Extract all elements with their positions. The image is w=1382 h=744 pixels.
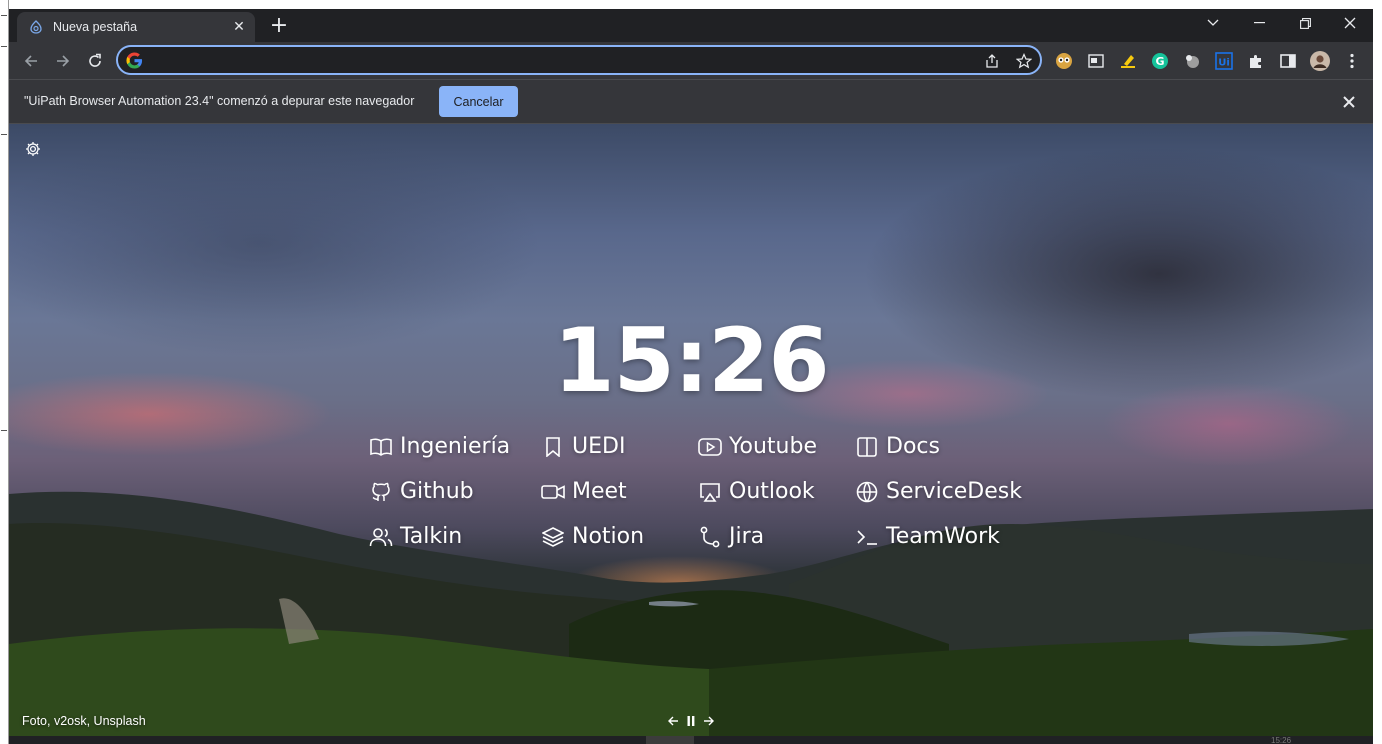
infobar-close-icon[interactable] xyxy=(1339,92,1359,112)
link-uedi[interactable]: UEDI xyxy=(541,434,625,459)
tab-favicon-icon xyxy=(28,19,44,35)
link-label: ServiceDesk xyxy=(886,479,1022,504)
restore-button[interactable] xyxy=(1282,9,1328,37)
link-label: Youtube xyxy=(729,434,817,459)
bookmark-icon xyxy=(541,435,565,459)
minimize-button[interactable] xyxy=(1236,9,1282,37)
scrollbar-thumb[interactable] xyxy=(646,736,694,744)
link-talkin[interactable]: Talkin xyxy=(369,524,462,549)
taskbar-clock: 15:26 xyxy=(1271,736,1292,744)
new-tab-button[interactable]: + xyxy=(267,15,291,39)
new-tab-page: 15:26 Ingeniería UEDI Youtube Docs Githu… xyxy=(9,124,1373,736)
link-label: Meet xyxy=(572,479,627,504)
close-window-button[interactable] xyxy=(1327,9,1373,37)
layers-icon xyxy=(541,525,565,549)
link-github[interactable]: Github xyxy=(369,479,474,504)
uipath-extension-icon[interactable]: Ui xyxy=(1214,51,1234,71)
browser-toolbar: G Ui xyxy=(9,42,1373,79)
back-button[interactable] xyxy=(17,47,45,75)
extension-orb-icon[interactable] xyxy=(1182,51,1202,71)
close-icon xyxy=(1344,17,1356,29)
minimize-icon xyxy=(1253,22,1265,24)
restore-icon xyxy=(1299,17,1311,29)
back-arrow-icon xyxy=(24,55,37,67)
link-label: Docs xyxy=(886,434,940,459)
share-icon[interactable] xyxy=(982,51,1002,71)
extension-window-icon[interactable] xyxy=(1086,51,1106,71)
airplay-icon xyxy=(698,480,722,504)
bookmark-star-icon[interactable] xyxy=(1014,51,1034,71)
link-label: Notion xyxy=(572,524,645,549)
link-label: Github xyxy=(400,479,474,504)
extensions-puzzle-icon[interactable] xyxy=(1246,51,1266,71)
reload-button[interactable] xyxy=(81,47,109,75)
bottom-scrollbar: 15:26 xyxy=(9,736,1373,744)
globe-icon xyxy=(855,480,879,504)
address-bar[interactable] xyxy=(116,45,1042,75)
forward-arrow-icon xyxy=(57,55,70,67)
previous-background-icon[interactable] xyxy=(664,712,682,730)
link-meet[interactable]: Meet xyxy=(541,479,627,504)
video-icon xyxy=(541,480,565,504)
link-jira[interactable]: Jira xyxy=(698,524,764,549)
quick-links-grid: Ingeniería UEDI Youtube Docs Github Meet xyxy=(9,124,1373,736)
reload-icon xyxy=(89,53,101,67)
docs-icon xyxy=(855,435,879,459)
link-label: Talkin xyxy=(400,524,463,549)
debugging-infobar: "UiPath Browser Automation 23.4" comenzó… xyxy=(9,79,1373,124)
next-background-icon[interactable] xyxy=(700,712,718,730)
cancel-button[interactable]: Cancelar xyxy=(439,86,518,117)
extension-owl-icon[interactable] xyxy=(1054,51,1074,71)
link-label: Jira xyxy=(729,524,765,549)
users-icon xyxy=(369,525,393,549)
svg-text:G: G xyxy=(1155,55,1164,68)
tab-title: Nueva pestaña xyxy=(53,20,138,34)
link-ingenieria[interactable]: Ingeniería xyxy=(369,434,510,459)
extension-highlighter-icon[interactable] xyxy=(1118,51,1138,71)
tab-nueva-pestana[interactable]: Nueva pestaña ✕ xyxy=(17,12,255,42)
git-branch-icon xyxy=(698,525,722,549)
link-label: Ingeniería xyxy=(400,434,511,459)
link-label: TeamWork xyxy=(886,524,1000,549)
photo-credit[interactable]: Foto, v2osk, Unsplash xyxy=(22,714,146,728)
infobar-message: "UiPath Browser Automation 23.4" comenzó… xyxy=(24,94,415,108)
github-icon xyxy=(369,480,393,504)
link-servicedesk[interactable]: ServiceDesk xyxy=(855,479,1022,504)
browser-window: Nueva pestaña ✕ + G Ui "UiPath Browser A… xyxy=(9,9,1373,744)
chevron-down-icon xyxy=(1207,19,1219,26)
side-panel-icon[interactable] xyxy=(1278,51,1298,71)
forward-button[interactable] xyxy=(49,47,77,75)
link-label: UEDI xyxy=(572,434,626,459)
profile-avatar-icon[interactable] xyxy=(1310,51,1330,71)
pause-background-icon[interactable] xyxy=(682,712,700,730)
tab-close-icon[interactable]: ✕ xyxy=(229,17,249,37)
terminal-icon xyxy=(855,525,879,549)
youtube-icon xyxy=(698,435,722,459)
tab-strip: Nueva pestaña ✕ + xyxy=(9,9,1373,42)
address-input[interactable] xyxy=(152,50,972,70)
link-youtube[interactable]: Youtube xyxy=(698,434,817,459)
grammarly-icon[interactable]: G xyxy=(1150,51,1170,71)
left-window-edge xyxy=(0,0,9,744)
link-teamwork[interactable]: TeamWork xyxy=(855,524,1000,549)
link-outlook[interactable]: Outlook xyxy=(698,479,815,504)
google-icon xyxy=(126,52,143,69)
link-label: Outlook xyxy=(729,479,815,504)
link-docs[interactable]: Docs xyxy=(855,434,940,459)
link-notion[interactable]: Notion xyxy=(541,524,644,549)
book-open-icon xyxy=(369,435,393,459)
tab-search-button[interactable] xyxy=(1190,9,1236,37)
svg-text:Ui: Ui xyxy=(1218,58,1230,69)
menu-kebab-icon[interactable] xyxy=(1342,51,1362,71)
